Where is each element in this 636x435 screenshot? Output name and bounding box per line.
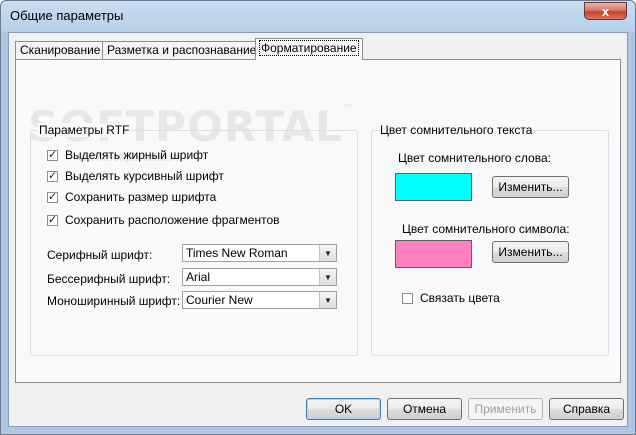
apply-button[interactable]: Применить [468, 398, 543, 420]
bold-font-checkbox-row[interactable]: Выделять жирный шрифт [47, 147, 208, 163]
ok-button[interactable]: OK [306, 398, 381, 420]
close-button[interactable]: x [584, 2, 627, 20]
doubtful-word-color-label: Цвет сомнительного слова: [398, 151, 551, 165]
change-symbol-color-button[interactable]: Изменить... [492, 241, 569, 263]
chevron-down-icon[interactable]: ▼ [319, 292, 336, 308]
cancel-button[interactable]: Отмена [387, 398, 462, 420]
bold-font-label: Выделять жирный шрифт [65, 148, 209, 162]
link-colors-checkbox-row[interactable]: Связать цвета [402, 290, 500, 306]
sans-font-label: Бессерифный шрифт: [47, 272, 171, 286]
sans-font-select[interactable]: Arial ▼ [182, 268, 337, 286]
sans-font-value: Arial [186, 270, 211, 284]
italic-font-checkbox[interactable] [47, 169, 58, 182]
doubtful-text-color-legend: Цвет сомнительного текста [378, 123, 535, 137]
italic-font-label: Выделять курсивный шрифт [65, 169, 224, 183]
font-size-checkbox-row[interactable]: Сохранить размер шрифта [47, 189, 216, 205]
fragment-layout-label: Сохранить расположение фрагментов [65, 213, 280, 227]
close-icon: x [601, 3, 610, 19]
link-colors-label: Связать цвета [420, 291, 500, 305]
fragment-layout-checkbox-row[interactable]: Сохранить расположение фрагментов [47, 212, 280, 228]
tab-layout-recognition-label: Разметка и распознавание [107, 43, 257, 57]
link-colors-checkbox[interactable] [402, 292, 413, 304]
tab-formatting-label: Форматирование [259, 40, 359, 56]
window-title: Общие параметры [10, 8, 124, 23]
tab-scanning-label: Сканирование [20, 43, 101, 57]
chevron-down-icon[interactable]: ▼ [319, 245, 336, 261]
italic-font-checkbox-row[interactable]: Выделять курсивный шрифт [47, 168, 224, 184]
mono-font-value: Courier New [186, 293, 253, 307]
change-word-color-button[interactable]: Изменить... [492, 176, 569, 198]
dialog-client-area: Сканирование Разметка и распознавание Фо… [8, 32, 628, 427]
fragment-layout-checkbox[interactable] [47, 213, 58, 226]
font-size-label: Сохранить размер шрифта [65, 190, 217, 204]
doubtful-symbol-color-label: Цвет сомнительного символа: [402, 222, 570, 236]
font-size-checkbox[interactable] [47, 190, 58, 203]
dialog-window: Общие параметры x Сканирование Разметка … [0, 0, 636, 435]
serif-font-value: Times New Roman [186, 246, 288, 260]
tab-formatting[interactable]: Форматирование [255, 38, 363, 60]
chevron-down-icon[interactable]: ▼ [319, 269, 336, 285]
tab-scanning[interactable]: Сканирование [15, 41, 106, 59]
serif-font-select[interactable]: Times New Roman ▼ [182, 244, 337, 262]
serif-font-label: Серифный шрифт: [47, 248, 153, 262]
rtf-options-group: Параметры RTF Выделять жирный шрифт Выде… [30, 123, 358, 356]
doubtful-text-color-group: Цвет сомнительного текста Цвет сомнитель… [371, 123, 609, 356]
doubtful-symbol-color-swatch [395, 240, 472, 268]
formatting-tab-panel: SOFTPORTAL™ www.softportal.com Параметры… [15, 59, 621, 383]
bold-font-checkbox[interactable] [47, 148, 58, 161]
mono-font-label: Моноширинный шрифт: [47, 294, 181, 308]
tab-layout-recognition[interactable]: Разметка и распознавание [102, 41, 262, 59]
resize-grip-icon[interactable]: ⋰ [613, 412, 625, 424]
mono-font-select[interactable]: Courier New ▼ [182, 291, 337, 309]
rtf-options-legend: Параметры RTF [37, 123, 132, 137]
doubtful-word-color-swatch [395, 173, 472, 201]
title-bar[interactable]: Общие параметры x [1, 1, 635, 32]
